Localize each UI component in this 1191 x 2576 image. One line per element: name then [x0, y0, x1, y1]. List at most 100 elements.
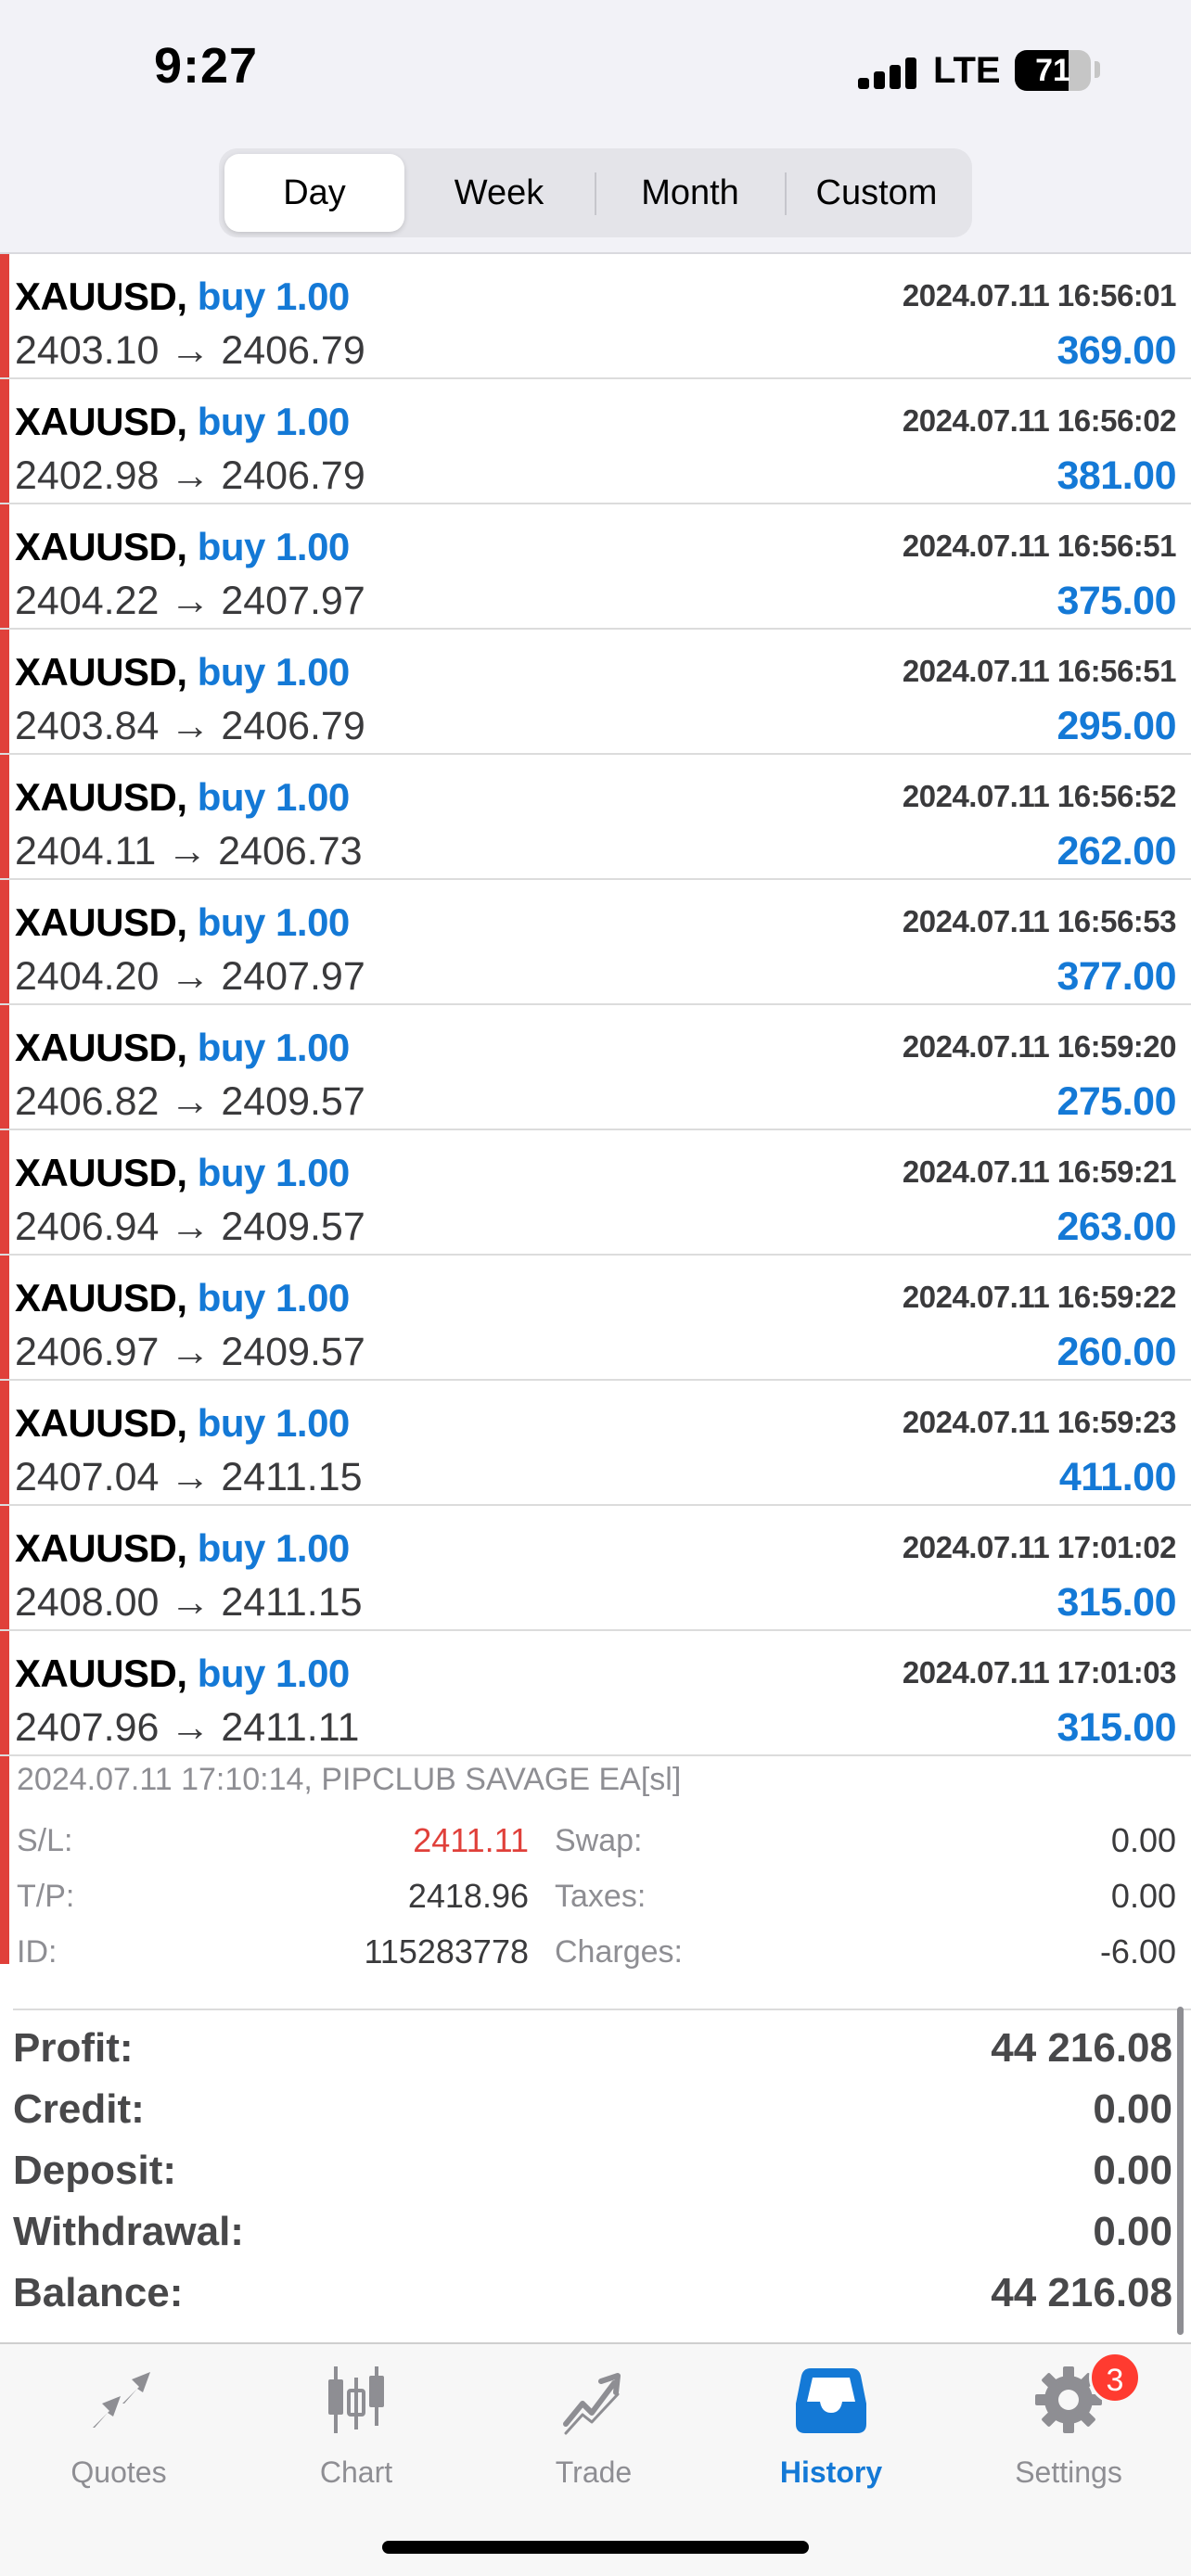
account-summary: Profit: 44 216.08 Credit: 0.00 Deposit: …	[0, 2010, 1191, 2344]
summary-value: 0.00	[1093, 2086, 1172, 2132]
status-bar: 9:27 LTE 71	[0, 0, 1191, 139]
deal-symbol: XAUUSD, buy 1.00	[15, 1151, 350, 1195]
deal-symbol: XAUUSD, buy 1.00	[15, 1526, 350, 1571]
deal-prices: 2406.97 → 2409.57	[15, 1330, 365, 1374]
deal-type: buy 1.00	[197, 775, 351, 819]
summary-row-deposit: Deposit: 0.00	[13, 2138, 1172, 2200]
deal-time: 2024.07.11 16:59:20	[902, 1029, 1177, 1064]
deal-symbol-name: XAUUSD,	[15, 274, 187, 318]
deal-row[interactable]: XAUUSD, buy 1.00 2024.07.11 16:56:53 2404.…	[0, 880, 1191, 1005]
deal-prices: 2402.98 → 2406.79	[15, 453, 365, 498]
deal-profit: 381.00	[1057, 453, 1176, 498]
deal-row[interactable]: XAUUSD, buy 1.00 2024.07.11 16:56:51 2403.…	[0, 630, 1191, 755]
period-segmented-control: Day Week Month Custom	[219, 148, 972, 237]
scrollbar[interactable]	[1177, 2007, 1184, 2335]
deal-row[interactable]: XAUUSD, buy 1.00 2024.07.11 16:56:52 2404.…	[0, 755, 1191, 880]
deal-profit: 275.00	[1057, 1079, 1176, 1124]
settings-notification-badge: 3	[1089, 2352, 1141, 2404]
deal-close-comment: 2024.07.11 17:10:14, PIPCLUB SAVAGE EA[s…	[17, 1762, 682, 1797]
deal-symbol-name: XAUUSD,	[15, 775, 187, 819]
status-time: 9:27	[154, 38, 259, 94]
deal-type: buy 1.00	[197, 1276, 351, 1320]
deal-time: 2024.07.11 16:59:22	[902, 1280, 1177, 1314]
summary-value: 0.00	[1093, 2148, 1172, 2193]
app-root: 9:27 LTE 71 Day Week Month Custom XAUUSD…	[0, 0, 1191, 2576]
tab-chart[interactable]: Chart	[263, 2363, 449, 2502]
candlestick-chart-icon	[328, 2366, 384, 2433]
deal-prices: 2406.94 → 2409.57	[15, 1205, 365, 1249]
deals-list: XAUUSD, buy 1.00 2024.07.11 16:56:01 2403.…	[0, 254, 1191, 1756]
deal-profit: 411.00	[1058, 1455, 1177, 1499]
deal-profit: 369.00	[1057, 328, 1176, 373]
battery-icon: 71	[1015, 50, 1091, 91]
battery-nub	[1095, 61, 1100, 78]
deal-profit: 295.00	[1057, 704, 1176, 748]
deal-symbol: XAUUSD, buy 1.00	[15, 1651, 350, 1696]
summary-row-balance: Balance: 44 216.08	[13, 2261, 1172, 2322]
deal-prices: 2404.22 → 2407.97	[15, 579, 365, 623]
sl-value: 2411.11	[413, 1821, 529, 1859]
signal-strength-icon	[858, 57, 917, 89]
deal-profit: 377.00	[1057, 954, 1176, 999]
deal-symbol: XAUUSD, buy 1.00	[15, 900, 350, 945]
tab-label: Quotes	[70, 2455, 167, 2489]
battery-level: 71	[1035, 53, 1070, 88]
summary-label: Deposit:	[13, 2148, 176, 2193]
home-indicator[interactable]	[382, 2541, 809, 2554]
swap-label: Swap:	[555, 1823, 643, 1858]
summary-row-profit: Profit: 44 216.08	[13, 2016, 1172, 2077]
deal-row[interactable]: XAUUSD, buy 1.00 2024.07.11 16:59:22 2406.…	[0, 1256, 1191, 1381]
deal-time: 2024.07.11 16:56:01	[902, 278, 1177, 312]
deal-row[interactable]: XAUUSD, buy 1.00 2024.07.11 16:59:23 2407.…	[0, 1381, 1191, 1506]
deal-prices: 2408.00 → 2411.15	[15, 1580, 363, 1625]
deal-row[interactable]: XAUUSD, buy 1.00 2024.07.11 16:59:20 2406.…	[0, 1005, 1191, 1130]
period-tab-day[interactable]: Day	[224, 154, 404, 232]
deal-row[interactable]: XAUUSD, buy 1.00 2024.07.11 16:56:01 2403.…	[0, 254, 1191, 379]
tab-quotes[interactable]: Quotes	[26, 2363, 211, 2502]
summary-label: Balance:	[13, 2270, 184, 2315]
deal-time: 2024.07.11 16:56:51	[902, 654, 1177, 688]
period-tab-week[interactable]: Week	[406, 154, 592, 232]
id-value: 115283778	[364, 1932, 529, 1970]
deal-type: buy 1.00	[197, 1401, 351, 1445]
inbox-tray-icon	[796, 2368, 866, 2433]
tp-label: T/P:	[17, 1879, 75, 1914]
deal-profit: 315.00	[1057, 1580, 1176, 1625]
deal-time: 2024.07.11 16:56:52	[902, 779, 1177, 813]
charges-value: -6.00	[1099, 1932, 1176, 1970]
deal-profit: 375.00	[1057, 579, 1176, 623]
tab-history[interactable]: History	[738, 2363, 924, 2502]
deal-symbol: XAUUSD, buy 1.00	[15, 274, 350, 319]
deal-prices: 2406.82 → 2409.57	[15, 1079, 365, 1124]
deal-symbol: XAUUSD, buy 1.00	[15, 400, 350, 444]
quotes-icon	[93, 2372, 150, 2428]
period-tab-month[interactable]: Month	[597, 154, 783, 232]
deal-symbol-name: XAUUSD,	[15, 1026, 187, 1069]
summary-label: Credit:	[13, 2086, 145, 2132]
deal-row[interactable]: XAUUSD, buy 1.00 2024.07.11 16:56:02 2402.…	[0, 379, 1191, 504]
trade-trend-icon	[563, 2373, 621, 2435]
deal-time: 2024.07.11 17:01:02	[902, 1530, 1177, 1564]
deal-time: 2024.07.11 16:56:51	[902, 529, 1177, 563]
id-label: ID:	[17, 1934, 58, 1970]
tab-trade[interactable]: Trade	[501, 2363, 686, 2502]
deal-row[interactable]: XAUUSD, buy 1.00 2024.07.11 16:59:21 2406.…	[0, 1130, 1191, 1256]
deal-profit: 262.00	[1057, 829, 1176, 874]
deal-symbol-name: XAUUSD,	[15, 650, 187, 694]
deal-symbol: XAUUSD, buy 1.00	[15, 775, 350, 820]
deal-symbol: XAUUSD, buy 1.00	[15, 1401, 350, 1446]
deal-type: buy 1.00	[197, 1651, 351, 1695]
deal-details[interactable]: 2024.07.11 17:10:14, PIPCLUB SAVAGE EA[s…	[0, 1736, 1191, 1970]
deal-row[interactable]: XAUUSD, buy 1.00 2024.07.11 16:56:51 2404.…	[0, 504, 1191, 630]
deal-prices: 2407.04 → 2411.15	[15, 1455, 363, 1499]
tp-value: 2418.96	[407, 1877, 529, 1915]
deal-prices: 2404.11 → 2406.73	[15, 829, 363, 874]
deal-symbol-name: XAUUSD,	[15, 1651, 187, 1695]
deal-profit: 263.00	[1057, 1205, 1176, 1249]
deal-row[interactable]: XAUUSD, buy 1.00 2024.07.11 17:01:02 2408.…	[0, 1506, 1191, 1631]
deal-type: buy 1.00	[197, 1026, 351, 1069]
summary-row-withdrawal: Withdrawal: 0.00	[13, 2200, 1172, 2261]
summary-row-credit: Credit: 0.00	[13, 2077, 1172, 2138]
period-tab-custom[interactable]: Custom	[787, 154, 967, 232]
deal-type: buy 1.00	[197, 274, 351, 318]
